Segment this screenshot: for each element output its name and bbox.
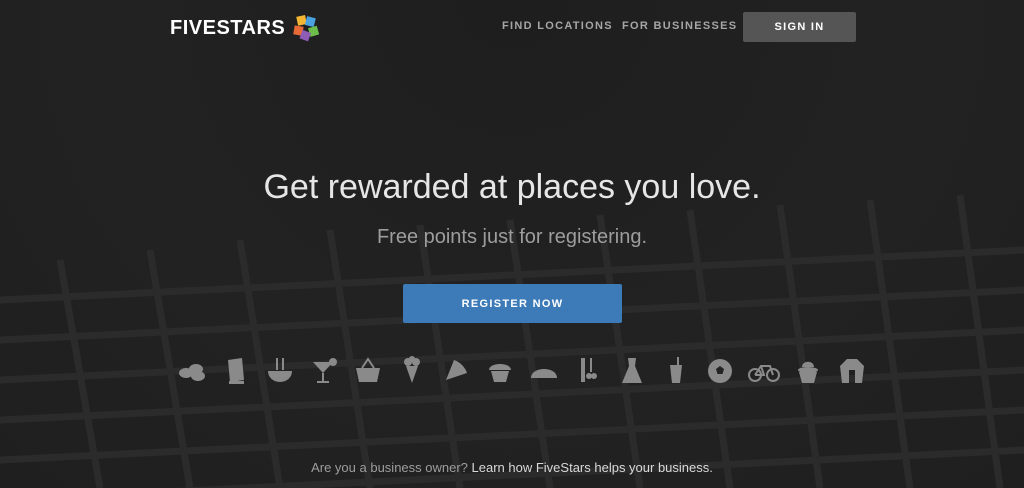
category-icon-row	[176, 354, 864, 388]
sign-in-button[interactable]: SIGN IN	[743, 12, 856, 42]
books-icon	[220, 354, 252, 388]
grocery-basket-icon	[352, 354, 384, 388]
salon-icon	[572, 354, 604, 388]
register-now-button[interactable]: REGISTER NOW	[403, 284, 622, 323]
hero-subline: Free points just for registering.	[376, 226, 648, 248]
landing-page: FIVESTARS FIND LOCATIONS FOR BUSINESSES …	[0, 0, 1024, 488]
brand-logo[interactable]: FIVESTARS	[170, 14, 321, 42]
flowers-icon	[396, 354, 428, 388]
bicycle-icon	[748, 354, 780, 388]
learn-more-link[interactable]: Learn how FiveStars helps your business.	[472, 460, 713, 475]
dress-icon	[616, 354, 648, 388]
cupcake-icon	[484, 354, 516, 388]
cocktail-icon	[308, 354, 340, 388]
noodle-bowl-icon	[264, 354, 296, 388]
brand-wordmark: FIVESTARS	[170, 16, 286, 39]
fivestars-logo-icon	[293, 15, 320, 42]
site-header: FIVESTARS FIND LOCATIONS FOR BUSINESSES …	[0, 0, 1024, 56]
business-owner-question: Are you a business owner?	[311, 460, 468, 475]
nav-for-businesses[interactable]: FOR BUSINESSES	[622, 20, 737, 32]
drink-cup-icon	[660, 354, 692, 388]
jacket-icon	[836, 354, 868, 388]
bakery-icon	[176, 354, 208, 388]
nav-find-locations[interactable]: FIND LOCATIONS	[502, 20, 613, 32]
taco-icon	[528, 354, 560, 388]
pizza-icon	[440, 354, 472, 388]
hero-headline: Get rewarded at places you love.	[263, 168, 761, 206]
business-owner-footer: Are you a business owner? Learn how Five…	[0, 460, 1024, 475]
frozen-yogurt-icon	[792, 354, 824, 388]
soccer-ball-icon	[704, 354, 736, 388]
